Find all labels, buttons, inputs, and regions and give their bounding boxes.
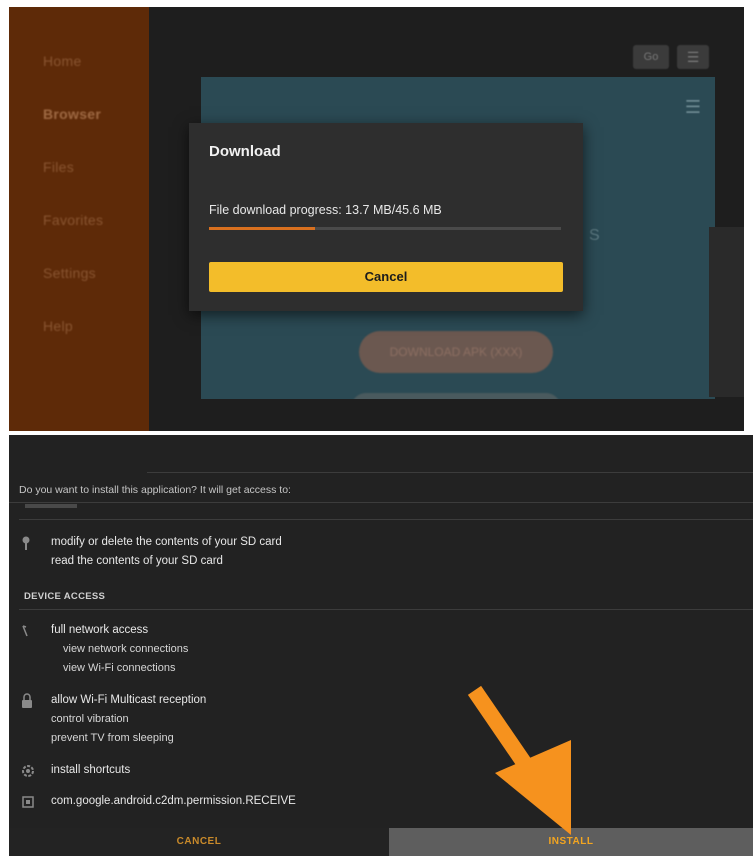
downloader-screen: Home Browser Files Favorites Settings He…	[9, 7, 744, 431]
sidebar-item-files[interactable]: Files	[43, 159, 74, 175]
download-progress-fill	[209, 227, 315, 230]
download-progress-bar	[209, 227, 561, 230]
sidebar-item-help[interactable]: Help	[43, 318, 73, 334]
clipped-section-heading	[25, 504, 77, 508]
secondary-download-button[interactable]	[351, 393, 561, 399]
download-dialog: Download File download progress: 13.7 MB…	[189, 123, 583, 311]
permission-prevent-sleep: prevent TV from sleeping	[51, 732, 174, 744]
divider	[9, 502, 753, 503]
sidebar-item-favorites[interactable]: Favorites	[43, 212, 103, 228]
cancel-install-button[interactable]: CANCEL	[9, 828, 389, 856]
permission-c2dm: com.google.android.c2dm.permission.RECEI…	[51, 795, 296, 807]
app-permission-icon	[21, 795, 35, 812]
divider	[19, 609, 753, 610]
menu-button[interactable]: ☰	[677, 45, 709, 69]
install-screen: Do you want to install this application?…	[9, 435, 753, 856]
hamburger-icon[interactable]: ☰	[685, 97, 701, 118]
dialog-title: Download	[209, 143, 281, 160]
page-edge	[709, 227, 744, 397]
divider	[147, 472, 753, 473]
lock-icon	[21, 693, 33, 712]
permission-sd-read: read the contents of your SD card	[51, 555, 223, 567]
download-apk-button[interactable]: DOWNLOAD APK (XXX)	[359, 331, 553, 373]
device-access-heading: DEVICE ACCESS	[24, 591, 106, 602]
install-button[interactable]: INSTALL	[389, 828, 753, 856]
menu-icon: ☰	[686, 49, 700, 65]
storage-icon	[21, 535, 31, 554]
permission-network-view: view network connections	[63, 643, 189, 655]
download-progress-text: File download progress: 13.7 MB/45.6 MB	[209, 203, 442, 217]
permission-multicast: allow Wi-Fi Multicast reception	[51, 694, 207, 706]
install-footer: CANCEL INSTALL	[9, 828, 753, 856]
permission-install-shortcuts: install shortcuts	[51, 764, 131, 776]
sidebar-item-browser[interactable]: Browser	[43, 106, 101, 122]
webpage-partial-text: S	[589, 227, 600, 244]
install-question: Do you want to install this application?…	[19, 484, 291, 496]
cancel-download-button[interactable]: Cancel	[209, 262, 563, 292]
divider	[19, 519, 753, 520]
sidebar-item-home[interactable]: Home	[43, 53, 82, 69]
permission-vibration: control vibration	[51, 713, 129, 725]
permission-network-full: full network access	[51, 624, 149, 636]
sidebar: Home Browser Files Favorites Settings He…	[9, 7, 149, 431]
sidebar-item-settings[interactable]: Settings	[43, 265, 96, 281]
permission-wifi-view: view Wi-Fi connections	[63, 662, 176, 674]
go-button[interactable]: Go	[633, 45, 669, 69]
permission-sd-modify: modify or delete the contents of your SD…	[51, 536, 282, 548]
shortcut-gear-icon	[21, 764, 35, 781]
network-icon	[21, 624, 33, 641]
